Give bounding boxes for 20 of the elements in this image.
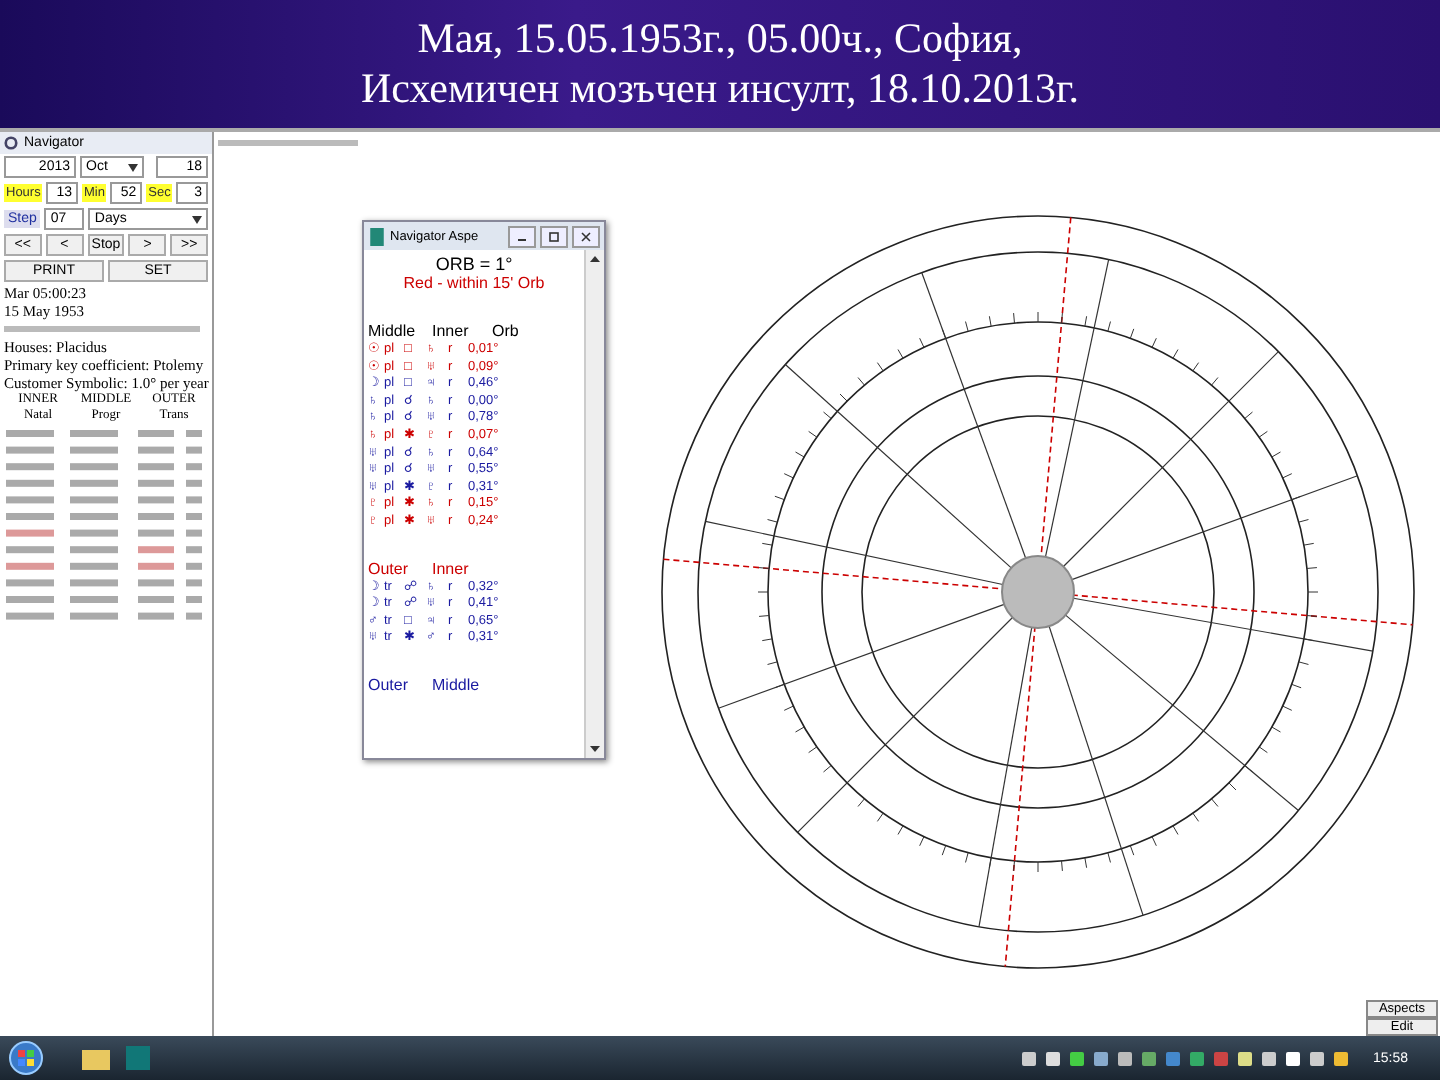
section-heading: Outer <box>368 559 411 580</box>
section-heading: Middle <box>432 675 482 696</box>
slide-title: Мая, 15.05.1953г., 05.00ч., София, <box>417 14 1023 64</box>
orb-text: ORB = 1° <box>433 254 515 274</box>
slide-title: Исхемичен мозъчен инсулт, 18.10.2013г. <box>360 64 1080 114</box>
orb-note: Red - within 15' Orb <box>401 274 547 294</box>
maximize-button[interactable] <box>540 225 568 247</box>
close-button[interactable] <box>572 225 600 247</box>
section-heading: Inner <box>432 559 471 580</box>
caret-icon <box>192 215 202 223</box>
section-heading: Middle <box>368 322 418 342</box>
start-button[interactable] <box>8 1040 44 1076</box>
caret-icon <box>128 163 138 171</box>
app-icon <box>368 227 386 245</box>
section-heading: Inner <box>432 322 471 342</box>
scrollbar[interactable] <box>584 250 604 758</box>
blurred-text-drawing <box>218 138 358 150</box>
section-heading: Orb <box>492 322 521 342</box>
section-heading: Outer <box>368 675 411 696</box>
minimize-button[interactable] <box>508 225 536 247</box>
